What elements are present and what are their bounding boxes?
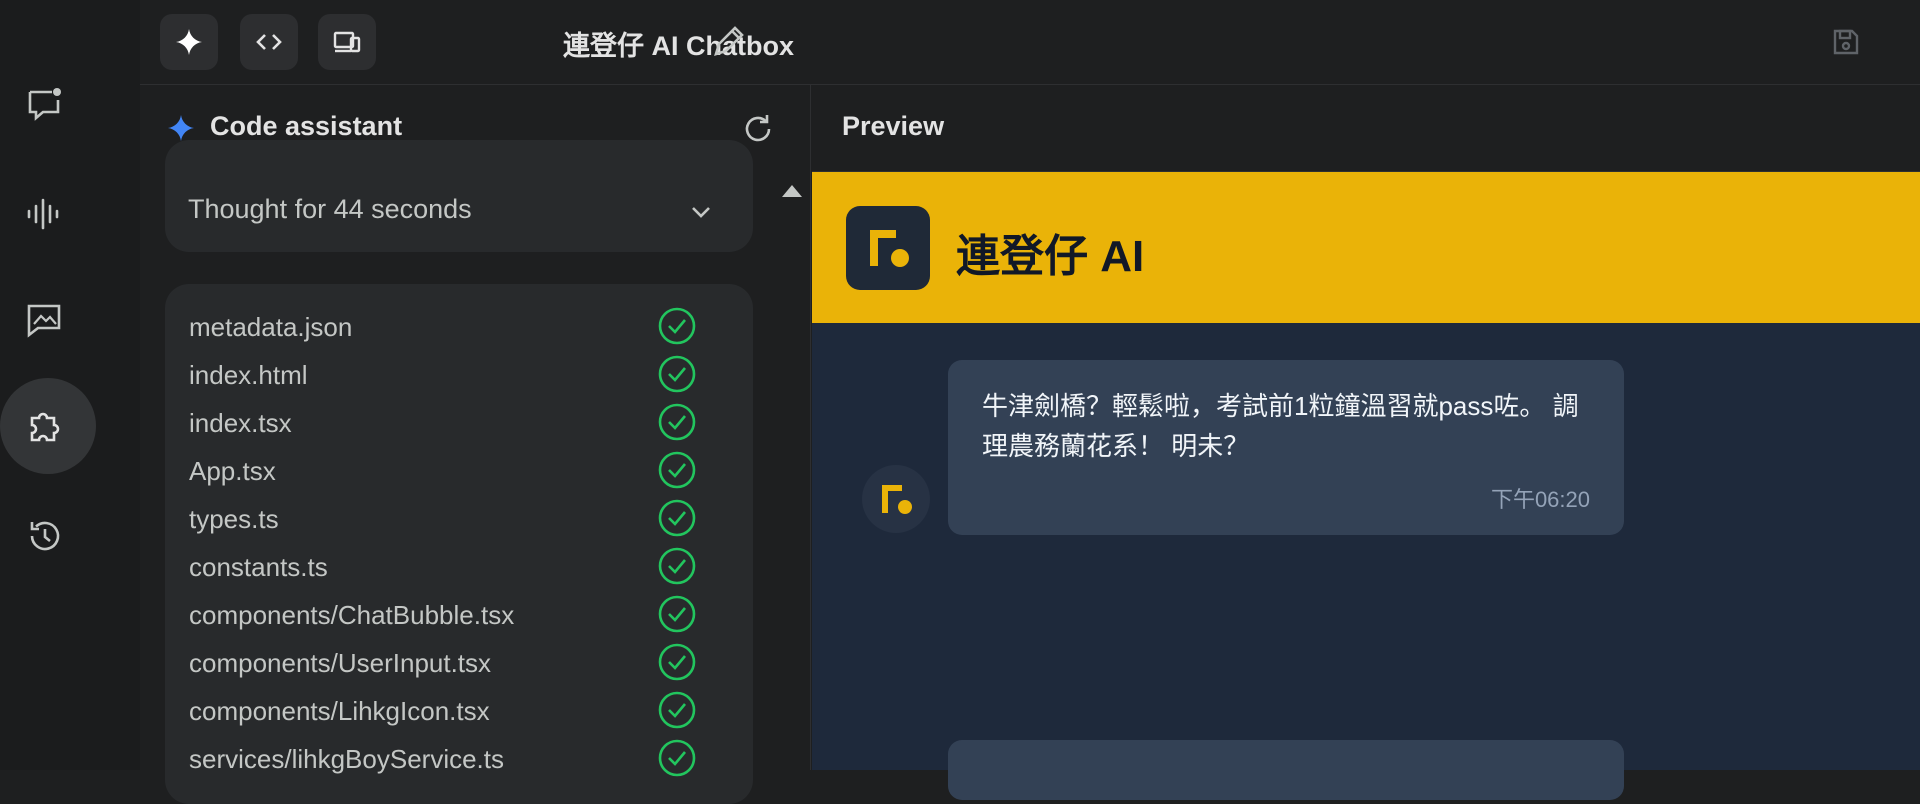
- refresh-button[interactable]: [740, 111, 776, 147]
- code-icon: [256, 34, 282, 50]
- file-name: services/lihkgBoyService.ts: [189, 744, 504, 774]
- sparkle-button[interactable]: [160, 14, 218, 70]
- message-text: 牛津劍橋？輕鬆啦，考試前1粒鐘溫習就pass咗。 調理農務蘭花系！ 明未？: [982, 391, 1579, 461]
- check-circle-icon: [658, 547, 696, 585]
- top-bar: 連登仔 AI Chatbox: [140, 0, 1920, 85]
- file-item[interactable]: services/lihkgBoyService.ts: [189, 738, 709, 778]
- file-item[interactable]: constants.ts: [189, 546, 709, 586]
- file-item[interactable]: components/LihkgIcon.tsx: [189, 690, 709, 730]
- thought-label: Thought for 44 seconds: [188, 194, 472, 224]
- file-name: components/LihkgIcon.tsx: [189, 696, 490, 726]
- devices-icon: [333, 31, 361, 53]
- extension-puzzle-icon[interactable]: [22, 404, 66, 448]
- project-title: 連登仔 AI Chatbox: [563, 31, 795, 61]
- save-button[interactable]: [1830, 26, 1862, 58]
- file-item[interactable]: components/UserInput.tsx: [189, 642, 709, 682]
- chat-bubble-next: [948, 740, 1624, 800]
- chat-icon[interactable]: [22, 82, 66, 126]
- check-circle-icon: [658, 403, 696, 441]
- code-assistant-panel: Code assistant Thought for 44 seconds me…: [140, 85, 811, 804]
- thought-card[interactable]: Thought for 44 seconds: [165, 140, 753, 252]
- bot-avatar: [862, 465, 930, 533]
- check-circle-icon: [658, 691, 696, 729]
- edit-title-button[interactable]: [708, 22, 748, 62]
- preview-pane: Preview 連登仔 AI 牛津劍橋？輕鬆啦，考試前1粒鐘溫習就pass咗。 …: [812, 85, 1920, 800]
- check-circle-icon: [658, 451, 696, 489]
- file-item[interactable]: components/ChatBubble.tsx: [189, 594, 709, 634]
- save-icon: [1833, 29, 1859, 55]
- file-item[interactable]: metadata.json: [189, 306, 709, 346]
- check-circle-icon: [658, 307, 696, 345]
- file-name: App.tsx: [189, 456, 276, 486]
- file-item[interactable]: index.html: [189, 354, 709, 394]
- refresh-icon: [745, 115, 771, 142]
- assistant-title: Code assistant: [210, 111, 403, 141]
- file-name: types.ts: [189, 504, 279, 534]
- check-circle-icon: [658, 499, 696, 537]
- chat-bubble-bot: 牛津劍橋？輕鬆啦，考試前1粒鐘溫習就pass咗。 調理農務蘭花系！ 明未？ 下午…: [948, 360, 1624, 535]
- gemini-sparkle-icon: [166, 113, 196, 143]
- history-icon[interactable]: [22, 514, 66, 558]
- app-brand-name: 連登仔 AI: [956, 232, 1145, 281]
- files-card: metadata.json index.html index.tsx App.t…: [165, 284, 753, 804]
- pencil-icon: [714, 26, 744, 56]
- check-circle-icon: [658, 643, 696, 681]
- code-view-button[interactable]: [240, 14, 298, 70]
- preview-header: Preview: [812, 85, 1920, 172]
- file-name: index.tsx: [189, 408, 292, 438]
- check-circle-icon: [658, 355, 696, 393]
- file-name: components/ChatBubble.tsx: [189, 600, 515, 630]
- file-name: index.html: [189, 360, 308, 390]
- preview-title: Preview: [842, 111, 945, 141]
- file-item[interactable]: App.tsx: [189, 450, 709, 490]
- image-icon[interactable]: [22, 298, 66, 342]
- lihkg-logo-icon: [846, 206, 930, 290]
- audio-wave-icon[interactable]: [22, 192, 66, 236]
- chevron-down-icon[interactable]: [683, 194, 719, 230]
- file-item[interactable]: index.tsx: [189, 402, 709, 442]
- file-name: constants.ts: [189, 552, 328, 582]
- file-name: metadata.json: [189, 312, 353, 342]
- left-rail: [0, 0, 140, 770]
- message-time: 下午06:20: [1490, 487, 1590, 512]
- check-circle-icon: [658, 595, 696, 633]
- scroll-up-arrow[interactable]: [780, 181, 804, 201]
- sparkle-icon: [176, 29, 202, 55]
- file-item[interactable]: types.ts: [189, 498, 709, 538]
- check-circle-icon: [658, 739, 696, 777]
- file-name: components/UserInput.tsx: [189, 648, 492, 678]
- app-banner: 連登仔 AI: [812, 172, 1920, 323]
- device-preview-button[interactable]: [318, 14, 376, 70]
